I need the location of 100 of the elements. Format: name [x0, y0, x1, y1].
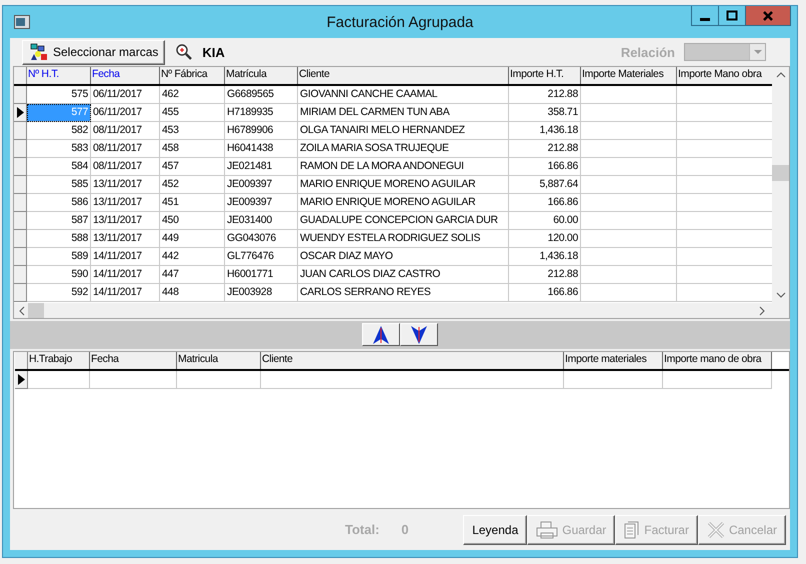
scrollbar-thumb[interactable] — [28, 303, 44, 318]
table-cell: 120.00 — [509, 230, 581, 248]
horizontal-scrollbar[interactable] — [14, 303, 789, 318]
table-cell: 449 — [160, 230, 225, 248]
brand-label: KIA — [202, 44, 225, 60]
table-cell: 1,436.18 — [509, 122, 581, 140]
move-down-button[interactable] — [400, 323, 438, 346]
table-cell: 08/11/2017 — [91, 122, 160, 140]
minimize-button[interactable] — [691, 6, 719, 26]
table-cell: MIRIAM DEL CARMEN TUN ABA — [298, 104, 509, 122]
table-cell: 577 — [27, 104, 91, 122]
row-header[interactable] — [15, 371, 28, 389]
column-header[interactable]: Fecha — [91, 67, 160, 84]
close-icon — [706, 520, 725, 538]
minimize-icon — [700, 18, 710, 21]
total-label: Total: — [345, 522, 380, 537]
table-cell: 448 — [160, 284, 225, 302]
scroll-left-icon[interactable] — [18, 306, 26, 316]
table-cell: 442 — [160, 248, 225, 266]
table-cell: 457 — [160, 158, 225, 176]
table-cell: 451 — [160, 194, 225, 212]
window-icon — [14, 15, 30, 29]
column-header[interactable]: Importe materiales — [564, 352, 663, 369]
close-icon — [762, 10, 774, 22]
table-cell: 452 — [160, 176, 225, 194]
table-cell: 5,887.64 — [509, 176, 581, 194]
column-header[interactable]: Matrícula — [225, 67, 298, 84]
down-arrow-icon — [411, 326, 427, 344]
table-cell: 450 — [160, 212, 225, 230]
column-header[interactable]: Fecha — [90, 352, 177, 369]
column-header[interactable]: H.Trabajo — [28, 352, 90, 369]
row-header[interactable] — [14, 104, 27, 122]
column-header[interactable]: Importe Mano obra — [677, 67, 772, 84]
table-cell: OLGA TANAIRI MELO HERNANDEZ — [298, 122, 509, 140]
current-row-icon — [18, 374, 24, 385]
close-button[interactable] — [745, 6, 791, 26]
table-cell: G6689565 — [225, 86, 298, 104]
table-cell: MARIO ENRIQUE MORENO AGUILAR — [298, 176, 509, 194]
row-header — [15, 352, 28, 369]
relation-label: Relación — [620, 44, 675, 60]
table-cell: 212.88 — [509, 266, 581, 284]
row-header — [14, 67, 27, 84]
table-cell: 589 — [27, 248, 91, 266]
table-cell: 08/11/2017 — [91, 158, 160, 176]
total-value: 0 — [401, 522, 409, 537]
table-cell: 14/11/2017 — [91, 284, 160, 302]
column-header[interactable]: Nº H.T. — [27, 67, 91, 84]
table-cell: GL776476 — [225, 248, 298, 266]
table-cell: 13/11/2017 — [91, 194, 160, 212]
table-cell: 585 — [27, 176, 91, 194]
table-cell: 14/11/2017 — [91, 248, 160, 266]
table-cell: 13/11/2017 — [91, 212, 160, 230]
table-cell: WUENDY ESTELA RODRIGUEZ SOLIS — [298, 230, 509, 248]
leyenda-button[interactable]: Leyenda — [463, 514, 528, 544]
table-cell: 587 — [27, 212, 91, 230]
scrollbar-thumb[interactable] — [772, 165, 789, 181]
table-cell: 592 — [27, 284, 91, 302]
scroll-down-icon[interactable] — [776, 292, 786, 298]
table-cell: 447 — [160, 266, 225, 284]
table-cell: OSCAR DIAZ MAYO — [298, 248, 509, 266]
column-header[interactable]: Nº Fábrica — [160, 67, 225, 84]
table-cell: JE003928 — [225, 284, 298, 302]
table-cell: GG043076 — [225, 230, 298, 248]
table-cell: 13/11/2017 — [91, 176, 160, 194]
column-header[interactable]: Matricula — [177, 352, 261, 369]
table-cell: H6789906 — [225, 122, 298, 140]
move-up-button[interactable] — [362, 323, 400, 346]
column-header[interactable]: Cliente — [261, 352, 564, 369]
caret-icon — [754, 50, 762, 54]
table-cell: 166.86 — [509, 194, 581, 212]
vertical-scrollbar[interactable] — [772, 67, 789, 303]
scroll-right-icon[interactable] — [758, 306, 766, 316]
select-brands-button[interactable]: Seleccionar marcas — [22, 40, 166, 64]
table-cell: 455 — [160, 104, 225, 122]
column-header[interactable]: Importe Materiales — [581, 67, 677, 84]
zoom-icon[interactable] — [175, 43, 194, 61]
table-cell: 212.88 — [509, 86, 581, 104]
table-cell: 588 — [27, 230, 91, 248]
table-cell: 60.00 — [509, 212, 581, 230]
table-cell: 462 — [160, 86, 225, 104]
shapes-icon — [29, 43, 49, 61]
up-arrow-icon — [373, 326, 389, 344]
table-cell: H7189935 — [225, 104, 298, 122]
table-cell: 166.86 — [509, 284, 581, 302]
scroll-up-icon[interactable] — [776, 72, 786, 78]
table-cell: 212.88 — [509, 140, 581, 158]
table-cell: H6041438 — [225, 140, 298, 158]
column-header[interactable]: Importe H.T. — [509, 67, 581, 84]
column-header[interactable]: Cliente — [298, 67, 509, 84]
table-cell: CARLOS SERRANO REYES — [298, 284, 509, 302]
printer-icon — [536, 520, 558, 538]
table-cell — [28, 371, 90, 389]
table-cell: 590 — [27, 266, 91, 284]
table-cell: 584 — [27, 158, 91, 176]
table-cell: 08/11/2017 — [91, 140, 160, 158]
table-cell: 166.86 — [509, 158, 581, 176]
column-header[interactable]: Importe mano de obra — [663, 352, 772, 369]
window-title: Facturación Agrupada — [326, 14, 474, 30]
table-cell: 586 — [27, 194, 91, 212]
table-cell: H6001771 — [225, 266, 298, 284]
